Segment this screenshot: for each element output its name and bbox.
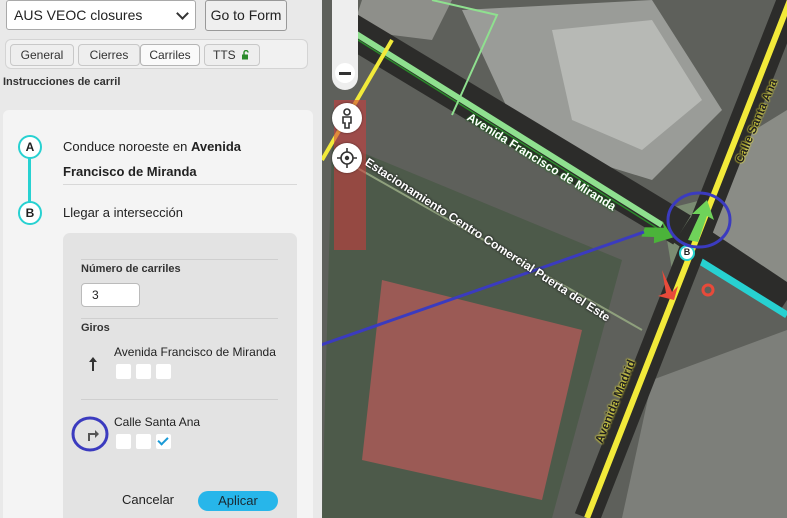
tab-tts-label: TTS bbox=[212, 48, 236, 62]
lane-checkbox-checked[interactable] bbox=[156, 434, 171, 449]
closure-dropdown[interactable]: AUS VEOC closures bbox=[6, 0, 196, 30]
unlock-icon bbox=[242, 49, 249, 60]
tab-tts[interactable]: TTS bbox=[204, 44, 260, 66]
lane-checkbox[interactable] bbox=[116, 364, 131, 379]
turn-street-name: Avenida Francisco de Miranda bbox=[114, 345, 276, 359]
lane-checkbox[interactable] bbox=[116, 434, 131, 449]
lane-checkbox[interactable] bbox=[136, 364, 151, 379]
zoom-slider[interactable] bbox=[332, 0, 358, 90]
tab-bar: General Cierres Carriles TTS bbox=[5, 39, 308, 69]
person-icon bbox=[342, 108, 352, 129]
satellite-map bbox=[322, 0, 787, 518]
instruction-a-street-1: Avenida bbox=[190, 139, 242, 154]
tab-cierres[interactable]: Cierres bbox=[78, 44, 140, 66]
waypoint-connector bbox=[28, 157, 31, 202]
zoom-out-button[interactable] bbox=[335, 63, 355, 83]
chevron-down-icon bbox=[176, 7, 189, 20]
divider bbox=[63, 184, 297, 185]
lane-checkbox[interactable] bbox=[156, 364, 171, 379]
divider bbox=[81, 259, 278, 260]
lane-editor-panel: AUS VEOC closures Go to Form General Cie… bbox=[0, 0, 322, 518]
crosshair-icon bbox=[337, 148, 357, 168]
street-view-button[interactable] bbox=[332, 103, 362, 133]
cancel-button[interactable]: Cancelar bbox=[112, 492, 184, 507]
instruction-a: Conduce noroeste en Avenida Francisco de… bbox=[63, 134, 241, 184]
annotation-circle bbox=[71, 416, 109, 452]
instruction-b: Llegar a intersección bbox=[63, 205, 183, 220]
lanes-count-label: Número de carriles bbox=[81, 263, 181, 275]
locate-me-button[interactable] bbox=[332, 143, 362, 173]
lane-checkbox[interactable] bbox=[136, 434, 151, 449]
go-to-form-button[interactable]: Go to Form bbox=[205, 0, 287, 31]
divider bbox=[81, 399, 278, 400]
waypoint-b-marker: B bbox=[18, 201, 42, 225]
lane-edit-box bbox=[63, 233, 297, 518]
instruction-a-prefix: Conduce noroeste en bbox=[63, 139, 191, 154]
lanes-count-input[interactable]: 3 bbox=[81, 283, 140, 307]
tab-carriles[interactable]: Carriles bbox=[140, 44, 200, 66]
closure-dropdown-value: AUS VEOC closures bbox=[14, 7, 143, 23]
straight-arrow-icon bbox=[89, 357, 97, 371]
map-view[interactable]: Avenida Francisco de Miranda Estacionami… bbox=[322, 0, 787, 518]
turn-street-name: Calle Santa Ana bbox=[114, 415, 201, 429]
turns-label: Giros bbox=[81, 322, 110, 334]
map-node-b-label: B bbox=[683, 247, 691, 257]
divider bbox=[81, 318, 278, 319]
waypoint-a-marker: A bbox=[18, 135, 42, 159]
instruction-a-street-2: Francisco de Miranda bbox=[63, 164, 197, 179]
section-title: Instrucciones de carril bbox=[3, 76, 121, 88]
apply-button[interactable]: Aplicar bbox=[198, 491, 278, 511]
tab-general[interactable]: General bbox=[10, 44, 74, 66]
